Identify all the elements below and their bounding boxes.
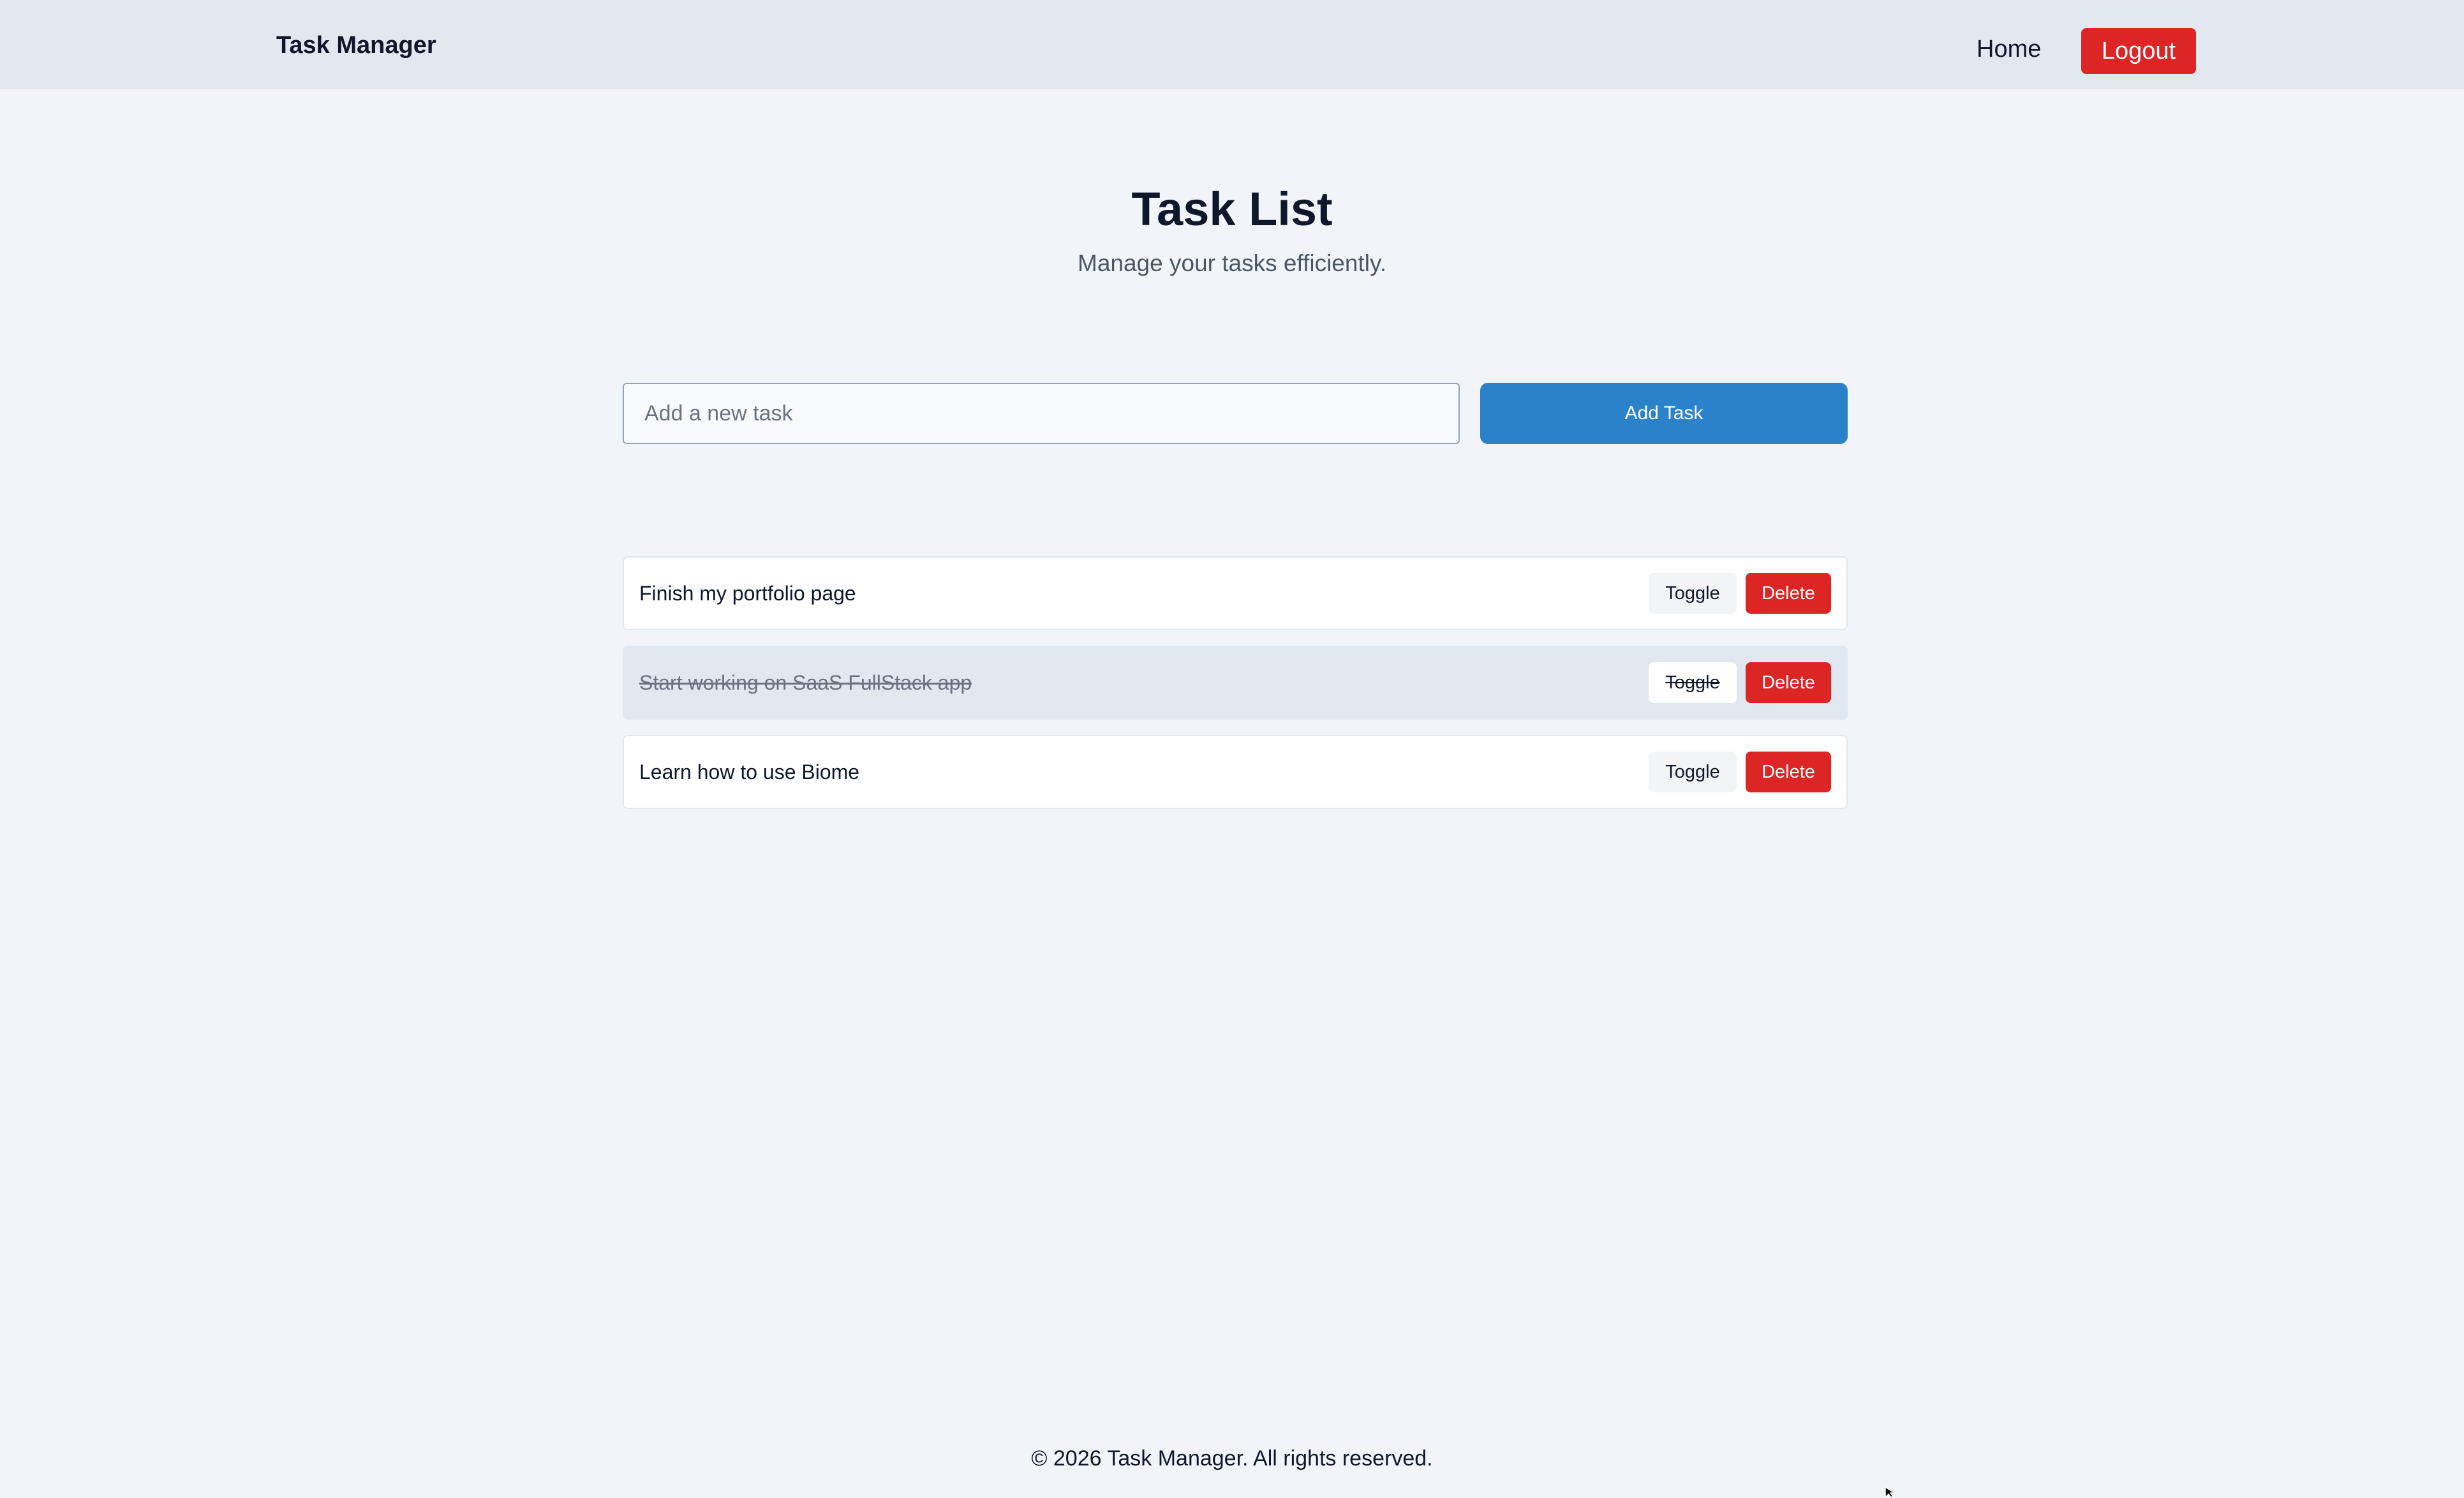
task-list: Finish my portfolio page Toggle Delete S… (623, 556, 1848, 824)
delete-task-button[interactable]: Delete (1746, 752, 1831, 792)
page-subtitle: Manage your tasks efficiently. (1078, 250, 1386, 276)
task-text: Start working on SaaS FullStack app (639, 671, 972, 694)
delete-task-button[interactable]: Delete (1746, 573, 1831, 614)
toggle-task-button[interactable]: Toggle (1649, 662, 1737, 703)
logout-button[interactable]: Logout (2081, 28, 2196, 74)
navbar: Task Manager Home Logout (0, 0, 2464, 89)
nav-home-link[interactable]: Home (1977, 34, 2041, 64)
brand-logo[interactable]: Task Manager (276, 31, 436, 60)
toggle-task-button[interactable]: Toggle (1649, 752, 1737, 792)
task-item: Start working on SaaS FullStack app Togg… (623, 646, 1848, 720)
mouse-pointer-icon (1885, 1487, 1896, 1498)
toggle-task-button[interactable]: Toggle (1649, 573, 1737, 614)
page-title: Task List (1131, 182, 1333, 235)
footer-copyright: © 2026 Task Manager. All rights reserved… (1031, 1446, 1433, 1471)
task-text: Learn how to use Biome (639, 760, 860, 783)
task-item: Finish my portfolio page Toggle Delete (623, 556, 1848, 630)
task-item: Learn how to use Biome Toggle Delete (623, 735, 1848, 809)
new-task-input[interactable] (623, 383, 1460, 444)
delete-task-button[interactable]: Delete (1746, 662, 1831, 703)
add-task-button[interactable]: Add Task (1480, 383, 1848, 444)
task-text: Finish my portfolio page (639, 582, 856, 605)
